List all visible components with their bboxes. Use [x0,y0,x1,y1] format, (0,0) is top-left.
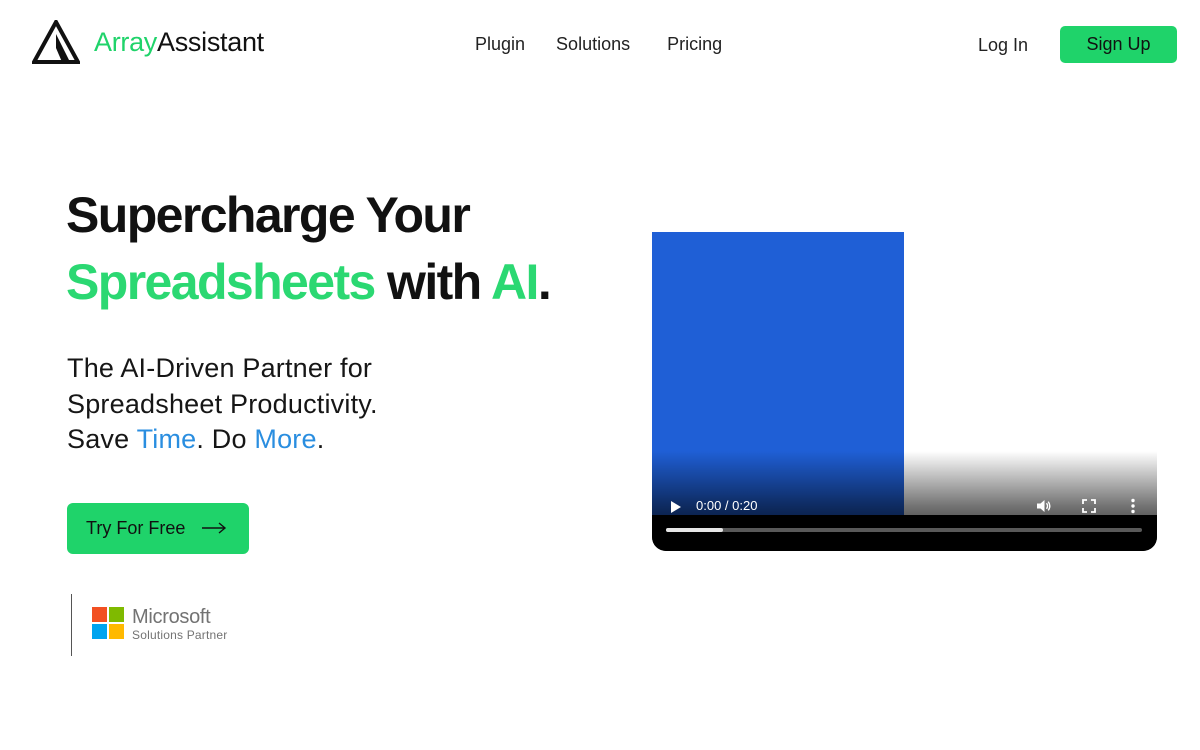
hero-subtitle-line1: The AI-Driven Partner for [67,353,373,383]
login-link[interactable]: Log In [978,35,1028,56]
more-options-icon[interactable] [1130,498,1136,514]
hero-subtitle-line3: Save Time. Do More. [67,426,324,453]
signup-button[interactable]: Sign Up [1060,26,1177,63]
brand-name-assistant: Assistant [157,26,264,57]
volume-icon[interactable] [1036,498,1052,514]
triangle-logo-icon [32,20,80,64]
partner-subtitle: Solutions Partner [132,628,228,642]
hero-save-text: Save [67,424,137,454]
hero-more-word: More [254,424,317,454]
arrow-right-icon [201,518,227,539]
video-time: 0:00 / 0:20 [696,498,758,513]
hero-word-with: with [374,254,492,310]
brand-name: ArrayAssistant [94,26,264,57]
hero-title-period: . [537,254,552,310]
fullscreen-icon[interactable] [1082,499,1096,513]
brand-logo[interactable]: ArrayAssistant [32,20,264,64]
video-player[interactable]: 0:00 / 0:20 [652,232,1157,551]
try-for-free-button[interactable]: Try For Free [67,503,249,554]
hero-end-period: . [316,424,325,454]
hero-time-word: Time [136,424,197,454]
video-progress-fill [666,528,724,532]
hero-word-spreadsheets: Spreadsheets [66,254,376,310]
main-nav: Plugin Solutions Pricing [475,34,722,55]
nav-item-plugin[interactable]: Plugin [475,34,525,55]
cta-label: Try For Free [86,518,186,538]
hero-title-line2: Spreadsheets with AI. [66,254,552,310]
partner-divider [71,594,72,656]
partner-name: Microsoft [132,606,211,628]
video-progress-bar[interactable] [666,528,1142,532]
nav-item-solutions[interactable]: Solutions [556,34,630,55]
hero-subtitle-line2: Spreadsheet Productivity. [67,389,378,419]
hero-word-ai: AI [491,254,539,310]
brand-name-array: Array [94,26,158,57]
play-icon[interactable] [670,501,682,513]
nav-item-pricing[interactable]: Pricing [667,34,722,55]
hero-do-text: . Do [196,424,255,454]
microsoft-logo-icon [92,607,124,639]
video-controls-bar [652,515,1157,551]
hero-title-line1: Supercharge Your [66,187,471,243]
